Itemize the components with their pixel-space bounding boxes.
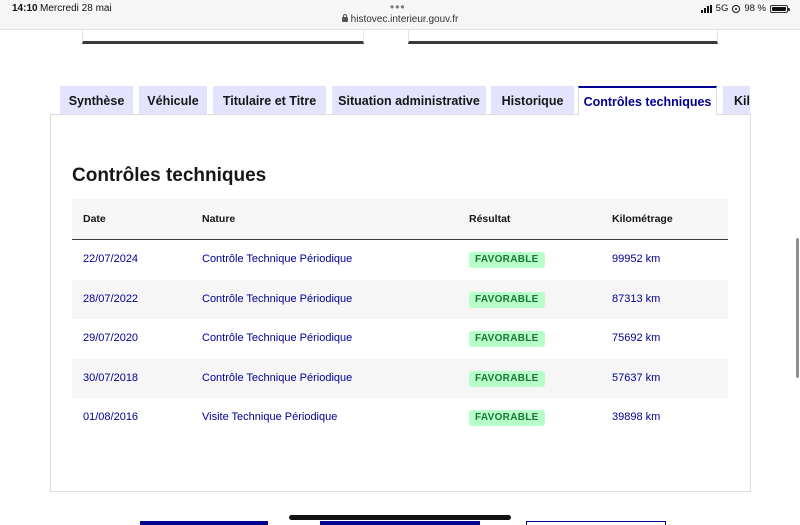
bottom-button-left[interactable]: [140, 521, 268, 525]
header-km: Kilométrage: [612, 213, 673, 225]
battery-label: 98 %: [744, 3, 766, 14]
status-date: Mercredi 28 mai: [40, 3, 112, 14]
tab-historique[interactable]: Historique: [491, 86, 574, 115]
battery-fill: [772, 6, 786, 11]
lock-icon: [341, 14, 348, 22]
result-badge: FAVORABLE: [469, 410, 545, 427]
orientation-lock-icon: [732, 4, 741, 13]
result-badge: FAVORABLE: [469, 252, 545, 268]
tab-vehicule[interactable]: Véhicule: [139, 86, 207, 115]
table-row: 01/08/2016 Visite Technique Périodique F…: [72, 398, 728, 438]
row-nature: Contrôle Technique Périodique: [202, 332, 353, 345]
tab-list: Synthèse Véhicule Titulaire et Titre Sit…: [60, 86, 750, 115]
row-nature: Contrôle Technique Périodique: [202, 253, 353, 265]
header-nature: Nature: [202, 213, 236, 225]
row-km: 57637 km: [612, 371, 661, 384]
table-row: 22/07/2024 Contrôle Technique Périodique…: [72, 240, 728, 280]
header-result: Résultat: [469, 213, 511, 225]
scrollbar[interactable]: [796, 238, 799, 378]
row-date: 30/07/2018: [83, 371, 139, 384]
url-text: histovec.interieur.gouv.fr: [350, 14, 459, 25]
row-date: 29/07/2020: [83, 332, 139, 345]
summary-card-right: [408, 30, 718, 44]
result-badge: FAVORABLE: [469, 331, 545, 348]
bottom-button-right[interactable]: [526, 521, 666, 525]
status-bar: 14:10 Mercredi 28 mai ••• histovec.inter…: [0, 0, 800, 30]
table-header: Date Nature Résultat Kilométrage: [72, 199, 728, 240]
tab-kilometrage[interactable]: Kilo: [723, 86, 750, 115]
network-label: 5G: [715, 3, 729, 14]
row-nature: Visite Technique Périodique: [202, 411, 338, 424]
table-row: 30/07/2018 Contrôle Technique Périodique…: [72, 358, 728, 399]
tab-controles-techniques[interactable]: Contrôles techniques: [578, 86, 717, 115]
row-km: 99952 km: [612, 253, 661, 265]
status-indicators: 5G 98 %: [700, 3, 790, 14]
row-date: 01/08/2016: [83, 411, 139, 424]
inspections-table: Date Nature Résultat Kilométrage 22/07/2…: [72, 199, 728, 438]
battery-icon: [770, 4, 790, 13]
tab-situation-administrative[interactable]: Situation administrative: [332, 86, 486, 115]
more-dots-icon[interactable]: •••: [390, 0, 406, 14]
tab-titulaire-titre[interactable]: Titulaire et Titre: [213, 86, 326, 115]
status-time: 14:10: [12, 3, 38, 14]
header-date: Date: [83, 213, 106, 225]
table-row: 29/07/2020 Contrôle Technique Périodique…: [72, 319, 728, 359]
row-km: 87313 km: [612, 292, 661, 305]
summary-card-left: [82, 30, 364, 44]
result-badge: FAVORABLE: [469, 291, 545, 308]
row-km: 75692 km: [612, 332, 661, 345]
result-badge: FAVORABLE: [469, 370, 545, 387]
address-bar[interactable]: histovec.interieur.gouv.fr: [0, 14, 800, 25]
row-date: 28/07/2022: [83, 292, 139, 305]
bottom-button-middle[interactable]: [320, 521, 480, 525]
row-nature: Contrôle Technique Périodique: [202, 371, 353, 384]
row-date: 22/07/2024: [83, 253, 139, 265]
home-indicator[interactable]: [289, 515, 511, 520]
row-nature: Contrôle Technique Périodique: [202, 292, 353, 305]
tab-synthese[interactable]: Synthèse: [60, 86, 133, 115]
signal-icon: [700, 4, 712, 13]
table-row: 28/07/2022 Contrôle Technique Périodique…: [72, 279, 728, 320]
row-km: 39898 km: [612, 411, 661, 424]
section-title: Contrôles techniques: [72, 165, 267, 186]
